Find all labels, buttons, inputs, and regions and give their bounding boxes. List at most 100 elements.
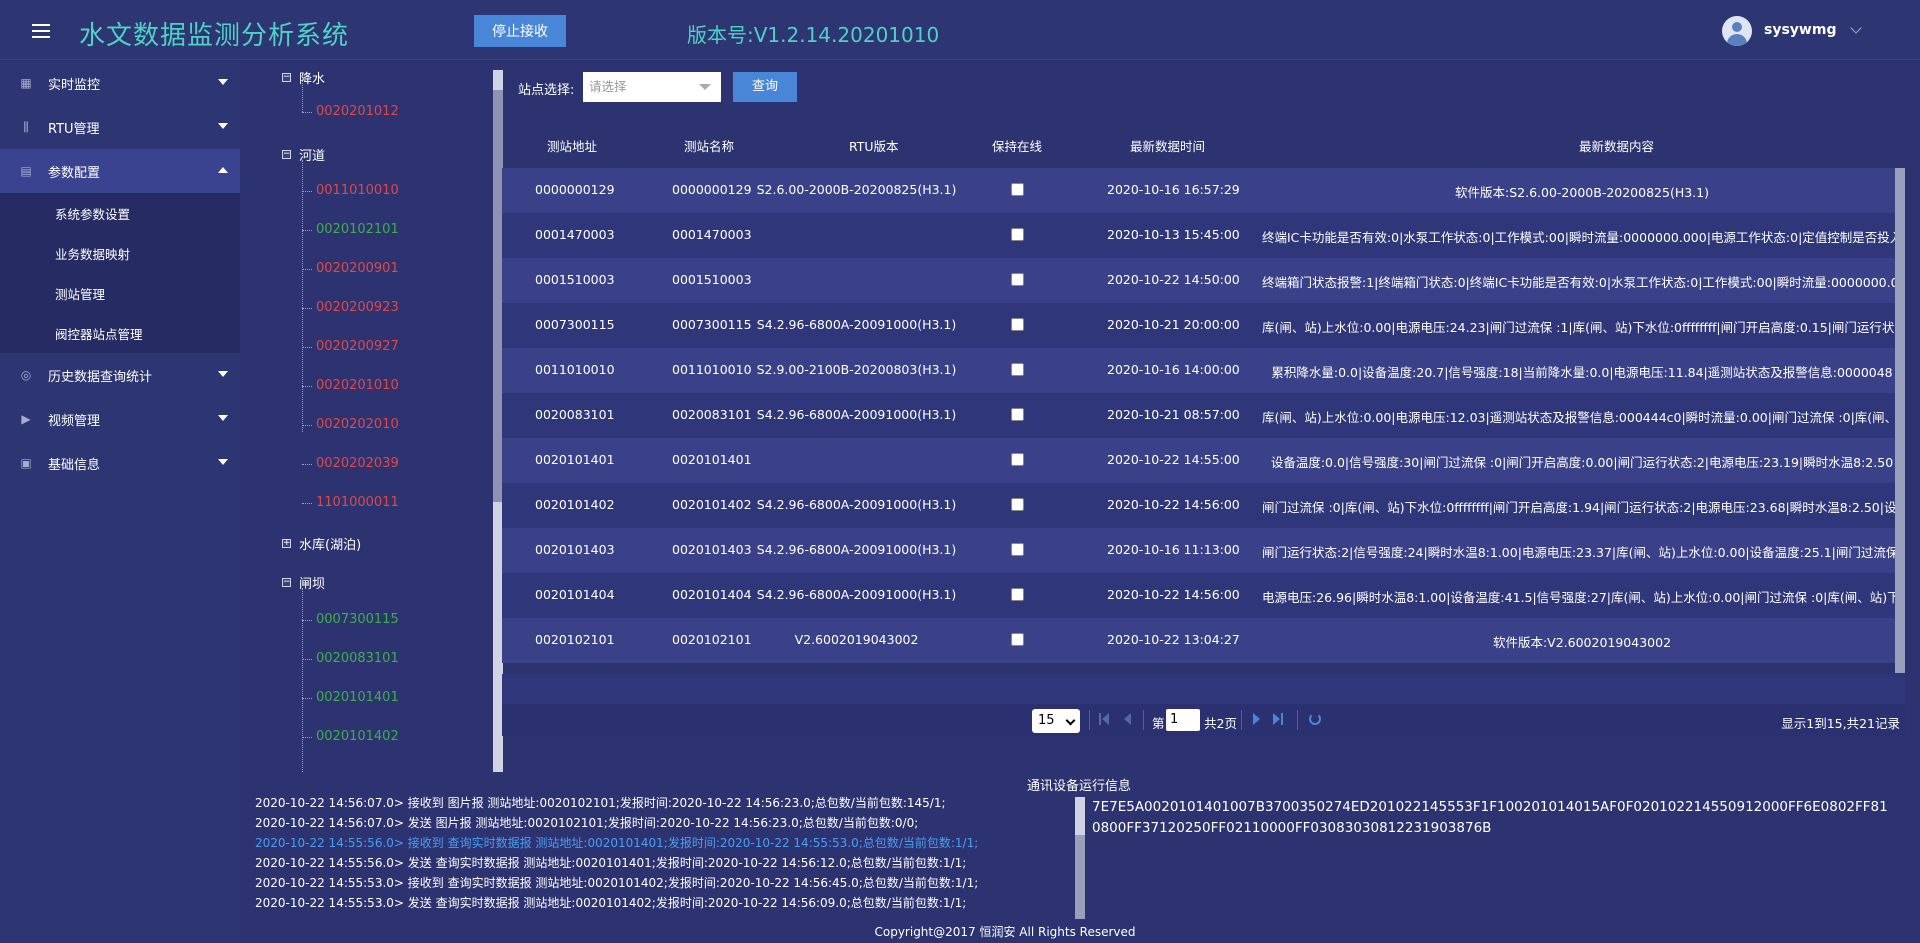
tree-leaf-station[interactable]: 0007300115 xyxy=(316,612,399,627)
tree-leaf-station[interactable]: 0020200927 xyxy=(316,339,399,354)
keep-online-checkbox[interactable] xyxy=(1011,228,1024,241)
tree-leaf-station[interactable]: 0020202039 xyxy=(316,456,399,471)
tree-leaf-station[interactable]: 0020202010 xyxy=(316,417,399,432)
query-button[interactable]: 查询 xyxy=(733,72,797,102)
video-icon: ▶ xyxy=(21,412,31,426)
keep-online-checkbox[interactable] xyxy=(1011,498,1024,511)
tree-leaf-station[interactable]: 0020201010 xyxy=(316,378,399,393)
tree-leaf-station[interactable]: 0020101401 xyxy=(316,690,399,705)
table-row[interactable]: 0020101401 0020101401 2020-10-22 14:55:00 设… xyxy=(502,438,1905,483)
column-header[interactable]: 最新数据时间 xyxy=(1130,136,1205,155)
tree-leaf-station[interactable]: 0020200901 xyxy=(316,261,399,276)
keep-online-checkbox[interactable] xyxy=(1011,633,1024,646)
table-row[interactable]: 0007300115 0007300115 S4.2.96-6800A-200910… xyxy=(502,303,1905,348)
page-number-input[interactable]: 1 xyxy=(1166,709,1200,731)
cell-latest-time: 2020-10-22 14:50:00 xyxy=(1107,272,1240,287)
log-line: 2020-10-22 14:56:07.0> 发送 图片报 测站地址:00201… xyxy=(255,816,919,830)
table-row[interactable]: 0001510003 0001510003 2020-10-22 14:50:00 终… xyxy=(502,258,1905,303)
log-scrollbar[interactable] xyxy=(1075,797,1085,919)
refresh-icon[interactable] xyxy=(1309,713,1321,725)
log-line: 2020-10-22 14:55:53.0> 接收到 查询实时数据报 测站地址:… xyxy=(255,876,979,890)
keep-online-checkbox[interactable] xyxy=(1011,408,1024,421)
sidebar-item-label: 基础信息 xyxy=(48,457,101,473)
collapse-icon[interactable]: − xyxy=(282,150,291,159)
tree-leaf-station[interactable]: 0020201012 xyxy=(316,104,399,119)
table-header: 测站地址 测站名称 RTU版本 保持在线 最新数据时间 最新数据内容 xyxy=(502,120,1905,166)
log-line: 2020-10-22 14:56:07.0> 接收到 图片报 测站地址:0020… xyxy=(255,796,946,810)
last-page-icon[interactable] xyxy=(1273,711,1287,727)
station-select[interactable]: 请选择 xyxy=(583,72,721,102)
menu-toggle-icon[interactable] xyxy=(32,24,50,38)
tree-group-dam[interactable]: − 闸坝 xyxy=(282,573,325,592)
table-scrollbar[interactable] xyxy=(1895,168,1905,673)
station-select-label: 站点选择: xyxy=(518,83,575,98)
column-header[interactable]: RTU版本 xyxy=(849,136,899,155)
keep-online-checkbox[interactable] xyxy=(1011,363,1024,376)
table-row[interactable]: 0000000129 0000000129 S2.6.00-2000B-202008… xyxy=(502,168,1905,213)
stop-receive-button[interactable]: 停止接收 xyxy=(474,15,566,47)
submenu-item-data-mapping[interactable]: 业务数据映射 xyxy=(0,233,240,273)
tree-leaf-station[interactable]: 0020101402 xyxy=(316,729,399,744)
sidebar-item-config[interactable]: ▤ 参数配置 xyxy=(0,149,240,193)
tree-leaf-station[interactable]: 0020102101 xyxy=(316,222,399,237)
top-header: 水文数据监测分析系统 停止接收 版本号:V1.2.14.20201010 sys… xyxy=(0,0,1920,60)
table-row[interactable]: 0001470003 0001470003 2020-10-13 15:45:00 终… xyxy=(502,213,1905,258)
cell-station-address: 0020101401 xyxy=(535,452,615,467)
cell-station-address: 0001510003 xyxy=(535,272,615,287)
sidebar-item-rtu[interactable]: ⫼ RTU管理 xyxy=(0,105,240,149)
table-row[interactable]: 0020101404 0020101404 S4.2.96-6800A-200910… xyxy=(502,573,1905,618)
collapse-icon[interactable]: − xyxy=(282,578,291,587)
username[interactable]: sysywmg xyxy=(1764,22,1836,38)
page-size-select[interactable]: 15 xyxy=(1032,709,1080,733)
sidebar-item-basic-info[interactable]: ▣ 基础信息 xyxy=(0,441,240,485)
tree-group-reservoir[interactable]: + 水库(湖泊) xyxy=(282,534,361,553)
keep-online-checkbox[interactable] xyxy=(1011,543,1024,556)
submenu-item-station-management[interactable]: 测站管理 xyxy=(0,273,240,313)
tree-leaf-station[interactable]: 1101000011 xyxy=(316,495,399,510)
chevron-down-icon[interactable] xyxy=(1850,22,1862,34)
column-header[interactable]: 最新数据内容 xyxy=(1579,136,1654,155)
prev-page-icon[interactable] xyxy=(1122,711,1136,727)
tree-leaf-station[interactable]: 0020200923 xyxy=(316,300,399,315)
keep-online-checkbox[interactable] xyxy=(1011,183,1024,196)
caret-down-icon xyxy=(218,371,228,377)
caret-up-icon xyxy=(218,167,228,173)
table-row[interactable]: 0020083101 0020083101 S4.2.96-6800A-200910… xyxy=(502,393,1905,438)
tree-group-river[interactable]: − 河道 xyxy=(282,145,325,164)
cell-latest-content: 库(闸、站)上水位:0.00|电源电压:24.23|闸门过流保 :1|库(闸、站… xyxy=(1262,320,1902,335)
collapse-icon[interactable]: − xyxy=(282,73,291,82)
keep-online-checkbox[interactable] xyxy=(1011,453,1024,466)
avatar[interactable] xyxy=(1722,16,1752,46)
table-row[interactable]: 0020101402 0020101402 S4.2.96-6800A-200910… xyxy=(502,483,1905,528)
column-header[interactable]: 测站名称 xyxy=(684,136,734,155)
chevron-down-icon xyxy=(1065,715,1076,726)
table-row[interactable]: 0011010010 0011010010 S2.9.00-2100B-202008… xyxy=(502,348,1905,393)
cell-rtu-version: S4.2.96-6800A-20091000(H3.1) xyxy=(756,542,957,557)
sidebar-item-label: 历史数据查询统计 xyxy=(48,369,153,385)
cell-latest-content: 软件版本:V2.6002019043002 xyxy=(1492,635,1672,650)
keep-online-checkbox[interactable] xyxy=(1011,273,1024,286)
cell-rtu-version: S4.2.96-6800A-20091000(H3.1) xyxy=(756,317,957,332)
keep-online-checkbox[interactable] xyxy=(1011,318,1024,331)
table-scrollbar-thumb[interactable] xyxy=(1895,168,1905,673)
sidebar-item-realtime-monitor[interactable]: ▦ 实时监控 xyxy=(0,61,240,105)
log-scrollbar-thumb[interactable] xyxy=(1075,835,1085,919)
tree-leaf-station[interactable]: 0020083101 xyxy=(316,651,399,666)
submenu-item-valve-stations[interactable]: 阀控器站点管理 xyxy=(0,313,240,353)
first-page-icon[interactable] xyxy=(1099,711,1113,727)
caret-down-icon xyxy=(218,415,228,421)
cell-latest-content: 终端IC卡功能是否有效:0|水泵工作状态:0|工作模式:00|瞬时流量:0000… xyxy=(1262,230,1902,245)
table-row[interactable]: 0020102101 0020102101 V2.6002019043002 2020… xyxy=(502,618,1905,663)
expand-icon[interactable]: + xyxy=(282,539,291,548)
next-page-icon[interactable] xyxy=(1250,711,1264,727)
submenu-item-system-params[interactable]: 系统参数设置 xyxy=(0,193,240,233)
table-row[interactable]: 0020101403 0020101403 S4.2.96-6800A-200910… xyxy=(502,528,1905,573)
cell-station-address: 0020083101 xyxy=(535,407,615,422)
tree-group-precipitation[interactable]: − 降水 xyxy=(282,70,325,87)
column-header[interactable]: 保持在线 xyxy=(992,136,1042,155)
sidebar-item-history[interactable]: ◎ 历史数据查询统计 xyxy=(0,353,240,397)
tree-leaf-station[interactable]: 0011010010 xyxy=(316,183,399,198)
sidebar-item-video[interactable]: ▶ 视频管理 xyxy=(0,397,240,441)
column-header[interactable]: 测站地址 xyxy=(547,136,597,155)
keep-online-checkbox[interactable] xyxy=(1011,588,1024,601)
